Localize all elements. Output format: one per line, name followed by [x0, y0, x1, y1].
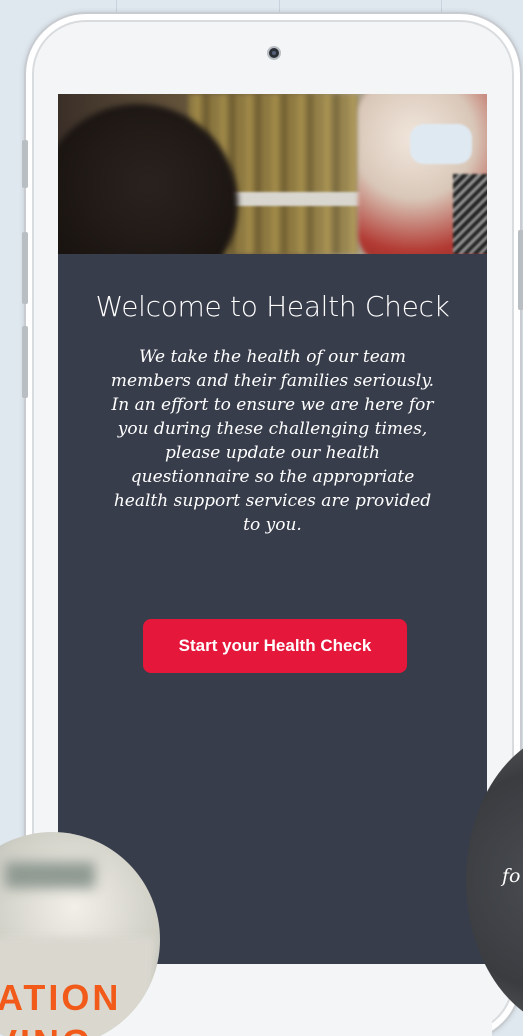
- promo-text-line1: ATION: [0, 977, 122, 1018]
- stage: Welcome to Health Check We take the heal…: [0, 0, 523, 1036]
- phone-volume-up-button: [22, 232, 28, 304]
- phone-side-button: [22, 140, 28, 188]
- phone-power-button: [518, 230, 523, 310]
- start-health-check-button[interactable]: Start your Health Check: [143, 619, 407, 673]
- hero-apron-stripe: [453, 174, 487, 254]
- phone-volume-down-button: [22, 326, 28, 398]
- app-screen: Welcome to Health Check We take the heal…: [58, 94, 487, 964]
- hero-face-mask: [410, 124, 472, 164]
- hero-image: [58, 94, 487, 254]
- promo-blur: [5, 862, 95, 888]
- promo-text-line2: VING: [0, 1022, 93, 1036]
- page-title: Welcome to Health Check: [95, 290, 450, 323]
- promo-text-right: fo: [502, 865, 521, 887]
- welcome-message: We take the health of our team members a…: [110, 347, 435, 535]
- camera-icon: [267, 46, 281, 60]
